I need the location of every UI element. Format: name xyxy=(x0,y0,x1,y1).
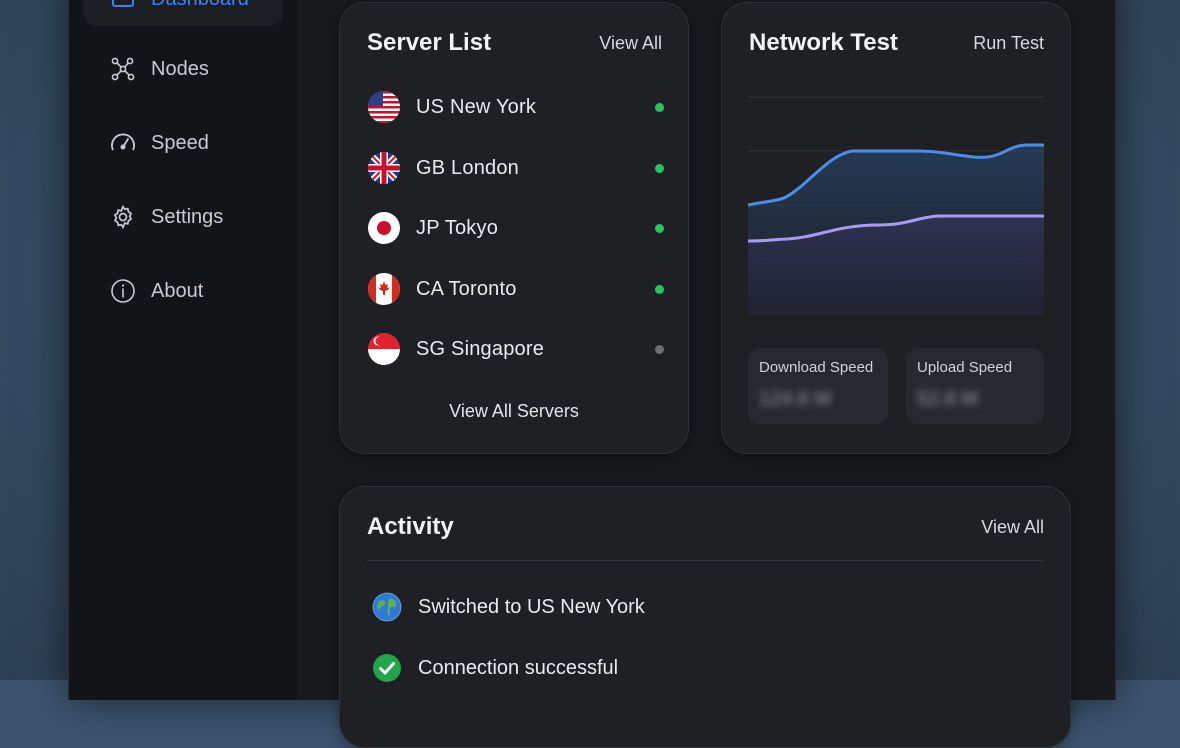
status-offline-dot xyxy=(655,345,664,354)
server-row-gb[interactable]: GB London xyxy=(368,150,664,186)
speedometer-icon xyxy=(109,129,137,157)
gear-icon xyxy=(109,203,137,231)
view-all-servers-button[interactable]: View All Servers xyxy=(340,401,688,422)
sidebar-item-dashboard[interactable]: Dashboard xyxy=(83,0,283,26)
stat-value: 52.8 M xyxy=(917,388,979,410)
activity-item: Switched to US New York xyxy=(372,592,645,622)
status-online-dot xyxy=(655,285,664,294)
sidebar-item-nodes[interactable]: Nodes xyxy=(83,42,283,96)
activity-text: Switched to US New York xyxy=(418,595,645,618)
sidebar-item-settings[interactable]: Settings xyxy=(83,190,283,244)
server-name: JP Tokyo xyxy=(416,216,499,239)
upload-speed-stat: Upload Speed 52.8 M xyxy=(906,348,1044,424)
sg-flag-icon xyxy=(368,333,400,365)
main-content: Server List View All US New York GB Lond… xyxy=(297,0,1115,748)
sidebar-item-label: Speed xyxy=(151,131,209,154)
sidebar-item-label: Dashboard xyxy=(151,0,249,11)
us-flag-icon xyxy=(368,91,400,123)
sidebar-item-label: Settings xyxy=(151,205,224,228)
network-chart xyxy=(748,96,1044,314)
divider xyxy=(367,560,1044,561)
check-circle-icon xyxy=(372,653,402,683)
globe-icon xyxy=(372,592,402,622)
activity-card: Activity View All Switched to US New Yor… xyxy=(339,486,1071,748)
download-speed-stat: Download Speed 124.6 M xyxy=(748,348,888,424)
server-row-ca[interactable]: CA Toronto xyxy=(368,271,664,307)
stat-value: 124.6 M xyxy=(759,388,832,410)
view-all-link[interactable]: View All xyxy=(981,517,1044,538)
app-window: Dashboard Nodes Speed Settings About xyxy=(68,0,1116,748)
server-row-jp[interactable]: JP Tokyo xyxy=(368,210,664,246)
server-name: SG Singapore xyxy=(416,337,545,360)
sidebar: Dashboard Nodes Speed Settings About xyxy=(69,0,297,700)
stat-label: Download Speed xyxy=(759,359,874,376)
server-name: GB London xyxy=(416,156,519,179)
status-online-dot xyxy=(655,103,664,112)
server-row-sg[interactable]: SG Singapore xyxy=(368,331,664,367)
sidebar-item-about[interactable]: About xyxy=(83,264,283,318)
network-test-card: Network Test Run Test Download Speed 124… xyxy=(721,2,1071,454)
view-all-link[interactable]: View All xyxy=(599,33,662,54)
status-online-dot xyxy=(655,224,664,233)
card-title: Network Test xyxy=(749,29,898,56)
activity-text: Connection successful xyxy=(418,656,619,679)
dashboard-icon xyxy=(109,0,137,13)
nodes-icon xyxy=(109,55,137,83)
ca-flag-icon xyxy=(368,273,400,305)
server-row-us[interactable]: US New York xyxy=(368,89,664,125)
stat-label: Upload Speed xyxy=(917,359,1013,376)
sidebar-item-label: About xyxy=(151,279,204,302)
run-test-button[interactable]: Run Test xyxy=(973,33,1044,54)
card-title: Server List xyxy=(367,29,492,56)
status-online-dot xyxy=(655,164,664,173)
sidebar-item-speed[interactable]: Speed xyxy=(83,116,283,170)
gb-flag-icon xyxy=(368,152,400,184)
info-icon xyxy=(109,277,137,305)
server-name: US New York xyxy=(416,95,537,118)
activity-item: Connection successful xyxy=(372,653,618,683)
server-list-card: Server List View All US New York GB Lond… xyxy=(339,2,689,454)
card-title: Activity xyxy=(367,513,454,540)
server-name: CA Toronto xyxy=(416,277,517,300)
jp-flag-icon xyxy=(368,212,400,244)
sidebar-item-label: Nodes xyxy=(151,57,209,80)
